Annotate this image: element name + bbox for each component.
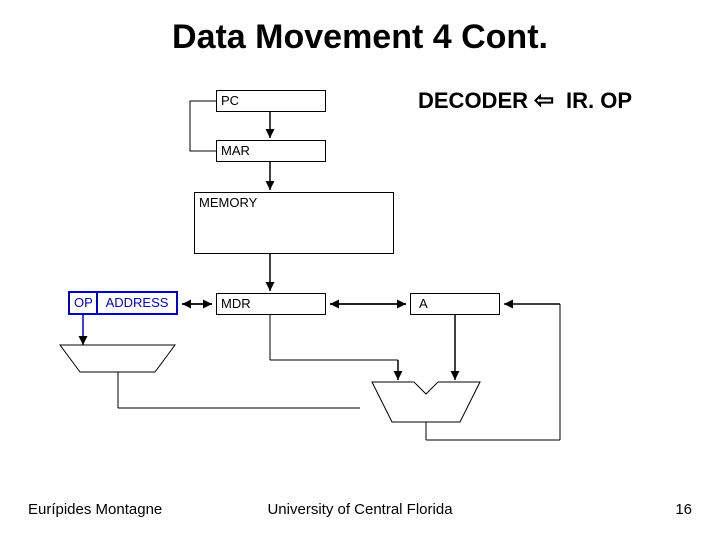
diagram-wires bbox=[0, 0, 720, 540]
pc-box: PC bbox=[216, 90, 326, 112]
address-label: ADDRESS bbox=[106, 295, 169, 310]
a-label: A bbox=[415, 296, 428, 311]
address-box: ADDRESS bbox=[98, 291, 178, 315]
subtitle-irop: IR. OP bbox=[566, 88, 632, 114]
memory-label: MEMORY bbox=[199, 195, 257, 210]
memory-box: MEMORY bbox=[194, 192, 394, 254]
footer-page-number: 16 bbox=[675, 501, 692, 518]
op-box: OP bbox=[68, 291, 98, 315]
mar-label: MAR bbox=[221, 143, 250, 158]
mdr-label: MDR bbox=[221, 296, 251, 311]
a-box: A bbox=[410, 293, 500, 315]
alu-label: A L U bbox=[406, 400, 447, 415]
decoder-label: Decoder bbox=[100, 352, 153, 368]
mdr-box: MDR bbox=[216, 293, 326, 315]
arrow-left-icon: ⇦ bbox=[534, 86, 554, 115]
subtitle-decoder: DECODER bbox=[418, 88, 528, 114]
op-label: OP bbox=[74, 295, 93, 310]
slide-title: Data Movement 4 Cont. bbox=[0, 18, 720, 57]
footer-affiliation: University of Central Florida bbox=[0, 501, 720, 518]
pc-label: PC bbox=[221, 93, 239, 108]
mar-box: MAR bbox=[216, 140, 326, 162]
